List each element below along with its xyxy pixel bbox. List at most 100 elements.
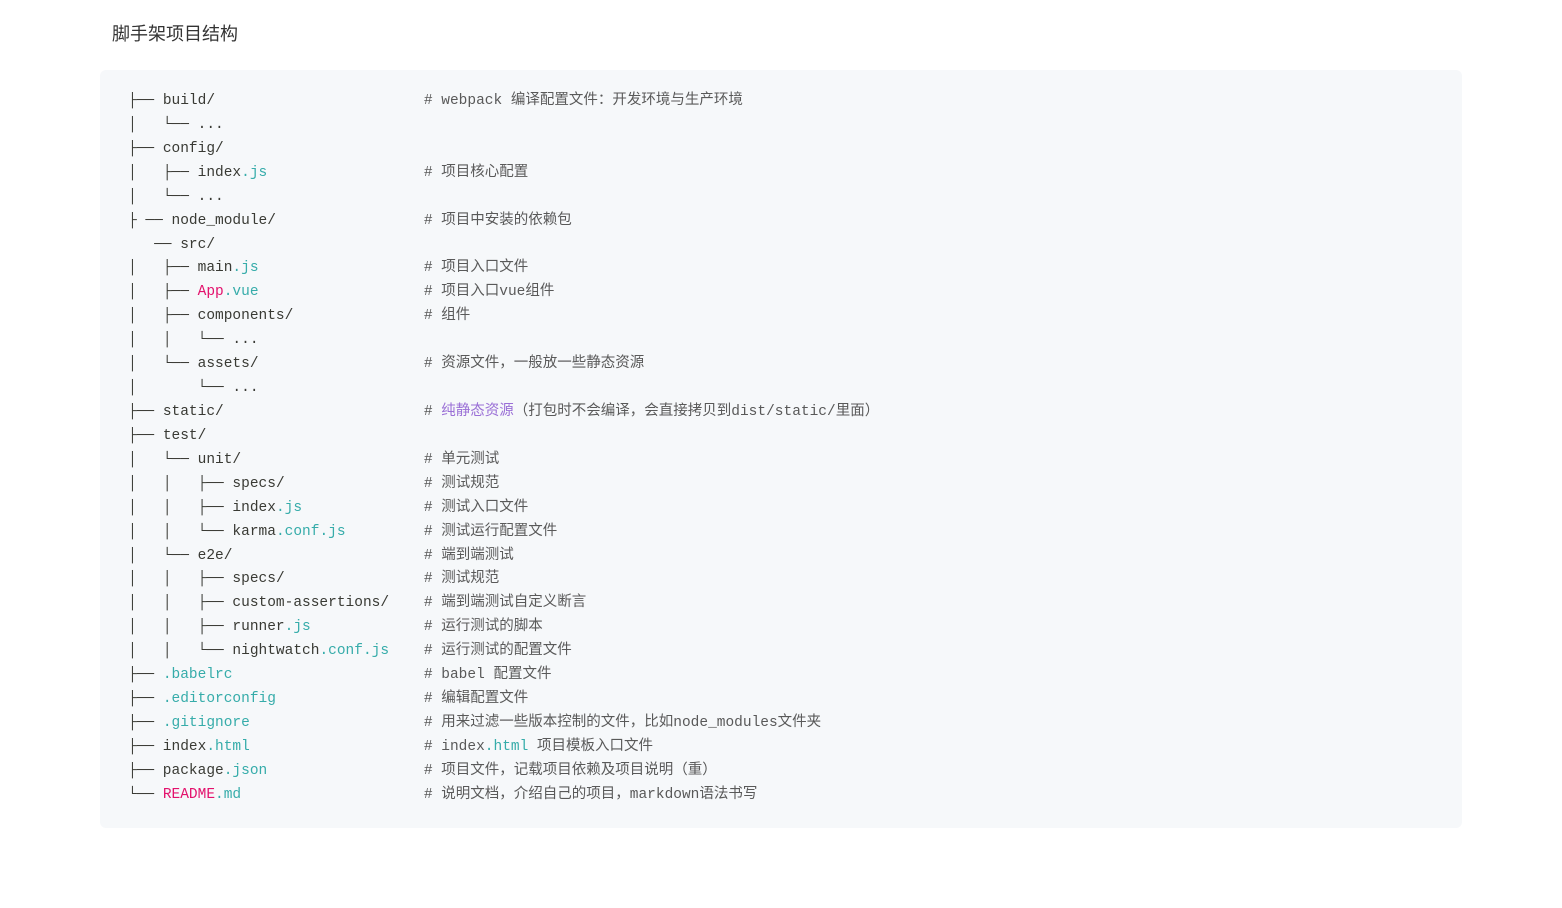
tree-segment-cmt: # 项目核心配置 — [424, 165, 528, 181]
tree-line: │ └── e2e/ # 端到端测试 — [128, 545, 1434, 569]
tree-line: ├── .editorconfig # 编辑配置文件 — [128, 688, 1434, 712]
tree-segment-path: / — [198, 428, 207, 444]
tree-segment-path: │ │ └── ... — [128, 332, 259, 348]
tree-segment-path: src — [180, 237, 206, 253]
tree-segment-hl: 纯静态资源 — [441, 404, 514, 420]
tree-line: ├ ── node_module/ # 项目中安装的依赖包 — [128, 210, 1434, 234]
tree-segment-attr: .gitignore — [163, 715, 250, 731]
tree-segment-cmt: # babel 配置文件 — [424, 667, 552, 683]
tree-line: │ ├── App.vue # 项目入口vue组件 — [128, 281, 1434, 305]
tree-segment-path: test — [163, 428, 198, 444]
tree-line: │ │ └── nightwatch.conf.js # 运行测试的配置文件 — [128, 640, 1434, 664]
tree-line: │ └── assets/ # 资源文件，一般放一些静态资源 — [128, 353, 1434, 377]
tree-segment-cmt: # 项目中安装的依赖包 — [424, 213, 572, 229]
tree-segment-cmt: # index — [424, 739, 485, 755]
tree-segment-attr: .js — [285, 619, 311, 635]
tree-segment-cmt: # 运行测试的脚本 — [424, 619, 543, 635]
tree-line: │ │ ├── specs/ # 测试规范 — [128, 568, 1434, 592]
tree-segment-path: │ │ └── karma — [128, 524, 276, 540]
tree-segment-path: / — [380, 595, 424, 611]
tree-segment-path — [259, 284, 424, 300]
tree-segment-cmt: # 编辑配置文件 — [424, 691, 528, 707]
tree-line: │ │ └── ... — [128, 329, 1434, 353]
tree-line: ├── static/ # 纯静态资源（打包时不会编译，会直接拷贝到dist/s… — [128, 401, 1434, 425]
tree-segment-attr: .html — [485, 739, 529, 755]
tree-segment-cmt: # 说明文档，介绍自己的项目，markdown语法书写 — [424, 787, 758, 803]
tree-line: │ └── unit/ # 单元测试 — [128, 449, 1434, 473]
tree-line: │ └── ... — [128, 186, 1434, 210]
tree-segment-path: / — [276, 476, 424, 492]
tree-segment-path: ├── — [128, 667, 163, 683]
tree-segment-path — [346, 524, 424, 540]
tree-segment-path: │ │ ├── runner — [128, 619, 285, 635]
tree-line: ├── .babelrc # babel 配置文件 — [128, 664, 1434, 688]
tree-segment-path: / — [215, 404, 424, 420]
tree-segment-attr: .editorconfig — [163, 691, 276, 707]
tree-segment-attr: .md — [215, 787, 241, 803]
tree-segment-path: ├── package — [128, 763, 224, 779]
tree-segment-path: ├── — [128, 141, 163, 157]
tree-segment-path: │ ├── components — [128, 308, 285, 324]
tree-segment-path: / — [215, 141, 224, 157]
tree-line: │ ├── components/ # 组件 — [128, 305, 1434, 329]
tree-line: ├── package.json # 项目文件，记载项目依赖及项目说明（重） — [128, 760, 1434, 784]
tree-segment-path — [241, 787, 424, 803]
tree-segment-cmt: # 项目入口文件 — [424, 260, 528, 276]
tree-segment-path — [250, 739, 424, 755]
tree-segment-path: ├── index — [128, 739, 206, 755]
tree-segment-path — [259, 260, 424, 276]
tree-segment-path: │ └── assets — [128, 356, 250, 372]
tree-segment-path: │ ├── — [128, 284, 198, 300]
tree-line: │ └── ... — [128, 377, 1434, 401]
tree-segment-cmt: # 用来过滤一些版本控制的文件，比如node_modules文件夹 — [424, 715, 821, 731]
tree-segment-cmt: # 测试入口文件 — [424, 500, 528, 516]
tree-line: │ ├── main.js # 项目入口文件 — [128, 257, 1434, 281]
tree-segment-path: │ ├── main — [128, 260, 232, 276]
tree-segment-cmt: # 单元测试 — [424, 452, 499, 468]
tree-segment-cmt: # 项目入口vue组件 — [424, 284, 555, 300]
tree-segment-attr: .js — [363, 643, 389, 659]
tree-segment-cmt: # — [424, 404, 441, 420]
tree-line: ├── build/ # webpack 编译配置文件：开发环境与生产环境 — [128, 90, 1434, 114]
document-container: 脚手架项目结构 ├── build/ # webpack 编译配置文件：开发环境… — [0, 0, 1562, 848]
tree-segment-cmt: # 项目文件，记载项目依赖及项目说明（重） — [424, 763, 717, 779]
tree-segment-path: ── — [128, 237, 180, 253]
tree-segment-path: │ └── ... — [128, 117, 224, 133]
tree-segment-cmt: # 端到端测试自定义断言 — [424, 595, 586, 611]
tree-segment-cmt: # 资源文件，一般放一些静态资源 — [424, 356, 644, 372]
tree-segment-path — [267, 763, 424, 779]
tree-line: ── src/ — [128, 234, 1434, 258]
tree-segment-path — [311, 619, 424, 635]
tree-segment-path: build — [163, 93, 207, 109]
tree-segment-path: ├ ── — [128, 213, 172, 229]
tree-segment-path: │ ├── index — [128, 165, 241, 181]
tree-segment-cmt: # 测试规范 — [424, 571, 499, 587]
tree-segment-path: │ └── unit — [128, 452, 232, 468]
tree-segment-path: │ └── e2e — [128, 548, 224, 564]
tree-segment-path: │ └── ... — [128, 189, 224, 205]
tree-segment-attr: .html — [206, 739, 250, 755]
tree-segment-attr: .js — [319, 524, 345, 540]
tree-segment-path: / — [276, 571, 424, 587]
tree-segment-path: ├── — [128, 93, 163, 109]
tree-segment-path: node_module — [172, 213, 268, 229]
tree-segment-attr: .conf — [276, 524, 320, 540]
tree-segment-cmt: # 测试运行配置文件 — [424, 524, 557, 540]
tree-line: ├── test/ — [128, 425, 1434, 449]
tree-segment-str: README — [163, 787, 215, 803]
tree-segment-path — [389, 643, 424, 659]
tree-segment-str: App — [198, 284, 224, 300]
tree-segment-path: / — [267, 213, 424, 229]
tree-segment-cmt: # 测试规范 — [424, 476, 499, 492]
tree-segment-path: config — [163, 141, 215, 157]
section-heading: 脚手架项目结构 — [112, 20, 1462, 46]
tree-segment-path: / — [232, 452, 423, 468]
tree-segment-cmt: （打包时不会编译，会直接拷贝到dist/static/里面） — [514, 404, 879, 420]
tree-segment-attr: .js — [276, 500, 302, 516]
tree-line: ├── index.html # index.html 项目模板入口文件 — [128, 736, 1434, 760]
tree-segment-path: └── — [128, 787, 163, 803]
tree-segment-path: │ └── ... — [128, 380, 259, 396]
tree-segment-attr: .conf — [319, 643, 363, 659]
tree-segment-path: / — [224, 548, 424, 564]
tree-segment-path: │ │ ├── specs — [128, 571, 276, 587]
